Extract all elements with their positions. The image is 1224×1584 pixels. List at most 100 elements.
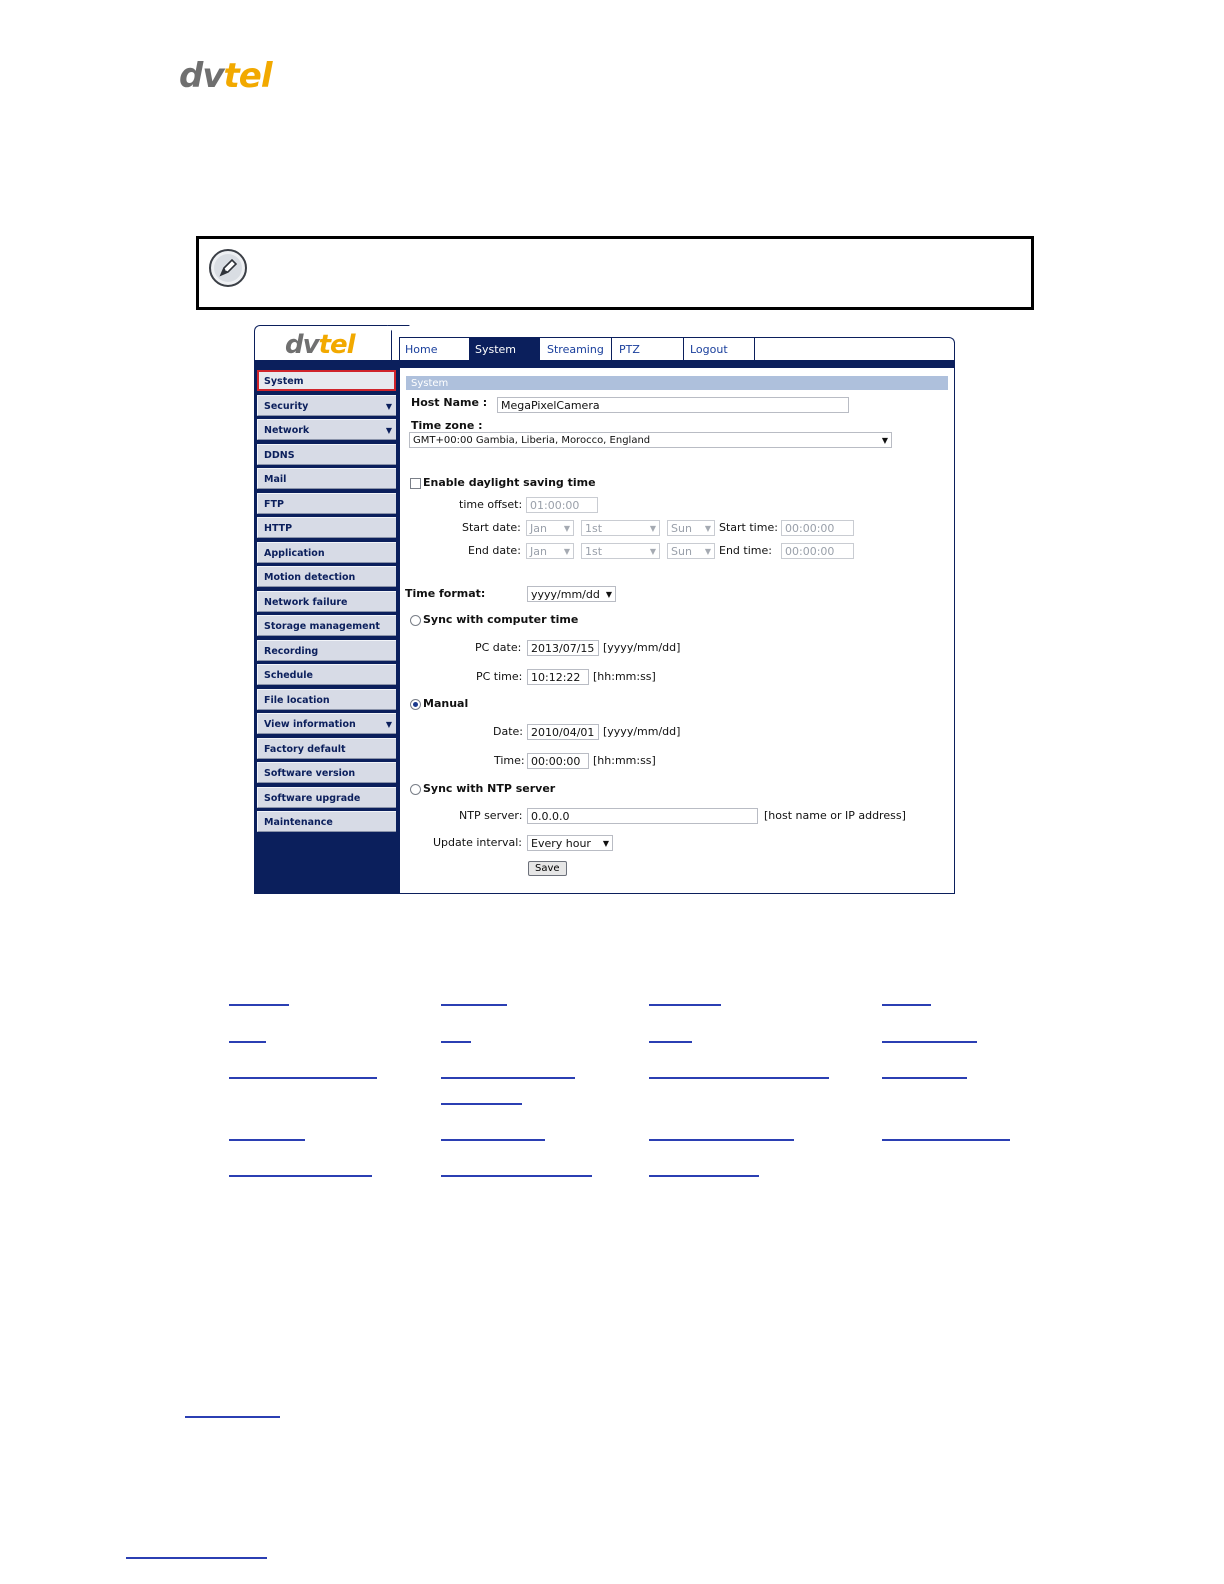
time-zone-select[interactable]: GMT+00:00 Gambia, Liberia, Morocco, Engl… xyxy=(409,432,892,448)
doc-link[interactable] xyxy=(649,1004,721,1006)
dropdown-arrow-icon: ▼ xyxy=(385,402,392,411)
doc-link[interactable] xyxy=(882,1139,1010,1141)
doc-link[interactable] xyxy=(441,1139,545,1141)
chevron-down-icon: ▼ xyxy=(704,524,711,533)
end-day-select[interactable]: 1st ▼ xyxy=(581,543,660,559)
camera-web-ui: dvtel Home System Streaming PTZ Logout S… xyxy=(254,325,955,894)
end-date-label: End date: xyxy=(468,544,521,557)
manual-label: Manual xyxy=(423,697,469,710)
sidebar-item-recording[interactable]: Recording xyxy=(257,640,396,661)
time-format-hint: [hh:mm:ss] xyxy=(593,754,656,767)
date-input[interactable]: 2010/04/01 xyxy=(527,724,599,740)
doc-link[interactable] xyxy=(229,1041,266,1043)
start-month-select[interactable]: Jan ▼ xyxy=(526,520,574,536)
dst-checkbox[interactable] xyxy=(410,478,421,489)
time-label: Time: xyxy=(494,754,525,767)
chevron-down-icon: ▼ xyxy=(649,547,656,556)
sidebar-item-factory-default[interactable]: Factory default xyxy=(257,738,396,759)
doc-link[interactable] xyxy=(441,1077,575,1079)
time-offset-label: time offset: xyxy=(459,498,523,511)
doc-link[interactable] xyxy=(126,1557,267,1559)
sidebar-item-motion-detection[interactable]: Motion detection xyxy=(257,566,396,587)
tab-ptz[interactable]: PTZ xyxy=(614,338,684,360)
doc-link[interactable] xyxy=(882,1077,967,1079)
sidebar-item-network[interactable]: Network ▼ xyxy=(257,419,396,440)
start-date-label: Start date: xyxy=(462,521,521,534)
date-format-hint: [yyyy/mm/dd] xyxy=(603,725,681,738)
note-pen-icon xyxy=(209,249,247,287)
sidebar-item-security[interactable]: Security ▼ xyxy=(257,395,396,416)
pc-date-input[interactable]: 2013/07/15 xyxy=(527,640,599,656)
end-time-input[interactable]: 00:00:00 xyxy=(781,543,854,559)
time-offset-input[interactable]: 01:00:00 xyxy=(526,497,598,513)
manual-radio[interactable] xyxy=(410,699,421,710)
doc-link[interactable] xyxy=(649,1175,759,1177)
sidebar-item-software-upgrade[interactable]: Software upgrade xyxy=(257,787,396,808)
doc-link[interactable] xyxy=(229,1175,372,1177)
ntp-radio[interactable] xyxy=(410,784,421,795)
save-button[interactable]: Save xyxy=(528,861,567,876)
section-title: System xyxy=(406,376,948,390)
sidebar-item-schedule[interactable]: Schedule xyxy=(257,664,396,685)
top-navigation: Home System Streaming PTZ Logout xyxy=(399,337,955,360)
time-input[interactable]: 00:00:00 xyxy=(527,753,589,769)
sidebar: System Security ▼ Network ▼ DDNS Mail FTP … xyxy=(254,368,400,894)
sync-pc-radio[interactable] xyxy=(410,615,421,626)
pc-date-label: PC date: xyxy=(475,641,522,654)
doc-link[interactable] xyxy=(649,1077,829,1079)
start-time-label: Start time: xyxy=(719,521,778,534)
end-month-select[interactable]: Jan ▼ xyxy=(526,543,574,559)
doc-link[interactable] xyxy=(441,1103,522,1105)
pc-time-input[interactable]: 10:12:22 xyxy=(527,669,589,685)
tab-logout[interactable]: Logout xyxy=(685,338,755,360)
sidebar-item-file-location[interactable]: File location xyxy=(257,689,396,710)
doc-link[interactable] xyxy=(882,1041,977,1043)
pc-date-format-hint: [yyyy/mm/dd] xyxy=(603,641,681,654)
chevron-down-icon: ▼ xyxy=(563,524,570,533)
ntp-server-input[interactable]: 0.0.0.0 xyxy=(527,808,758,824)
doc-link[interactable] xyxy=(441,1004,507,1006)
start-time-input[interactable]: 00:00:00 xyxy=(781,520,854,536)
doc-link[interactable] xyxy=(882,1004,931,1006)
sidebar-item-application[interactable]: Application xyxy=(257,542,396,563)
nav-strip xyxy=(254,360,955,368)
chevron-down-icon: ▼ xyxy=(605,590,612,599)
sidebar-item-network-failure-detection[interactable]: Network failure detection xyxy=(257,591,396,630)
update-interval-select[interactable]: Every hour ▼ xyxy=(527,835,613,851)
doc-link[interactable] xyxy=(229,1077,377,1079)
chevron-down-icon: ▼ xyxy=(881,436,888,445)
time-format-label: Time format: xyxy=(405,587,486,600)
time-format-select[interactable]: yyyy/mm/dd ▼ xyxy=(527,586,616,602)
sidebar-item-ftp[interactable]: FTP xyxy=(257,493,396,514)
doc-link[interactable] xyxy=(185,1416,280,1418)
settings-panel: System Host Name : MegaPixelCamera Time … xyxy=(400,368,955,894)
end-weekday-select[interactable]: Sun ▼ xyxy=(667,543,715,559)
chevron-down-icon: ▼ xyxy=(649,524,656,533)
doc-link[interactable] xyxy=(229,1139,305,1141)
sidebar-item-software-version[interactable]: Software version xyxy=(257,762,396,783)
sidebar-item-view-information[interactable]: View information ▼ xyxy=(257,713,396,734)
tab-streaming[interactable]: Streaming xyxy=(542,338,612,360)
pc-time-label: PC time: xyxy=(476,670,523,683)
ntp-label: Sync with NTP server xyxy=(423,782,556,795)
sidebar-item-system[interactable]: System xyxy=(257,370,396,391)
doc-link[interactable] xyxy=(649,1139,794,1141)
tab-system[interactable]: System xyxy=(470,338,540,360)
sidebar-item-ddns[interactable]: DDNS xyxy=(257,444,396,465)
dvtel-logo: dvtel xyxy=(179,56,272,96)
doc-link[interactable] xyxy=(649,1041,692,1043)
doc-link[interactable] xyxy=(229,1004,289,1006)
doc-link[interactable] xyxy=(441,1175,592,1177)
sidebar-item-http[interactable]: HTTP xyxy=(257,517,396,538)
sidebar-item-maintenance[interactable]: Maintenance xyxy=(257,811,396,832)
end-time-label: End time: xyxy=(719,544,772,557)
sidebar-item-storage-management[interactable]: Storage management xyxy=(257,615,396,636)
start-weekday-select[interactable]: Sun ▼ xyxy=(667,520,715,536)
date-label: Date: xyxy=(493,725,523,738)
sidebar-item-mail[interactable]: Mail xyxy=(257,468,396,489)
start-day-select[interactable]: 1st ▼ xyxy=(581,520,660,536)
tab-home[interactable]: Home xyxy=(400,338,470,360)
host-name-input[interactable]: MegaPixelCamera xyxy=(497,397,849,413)
doc-link[interactable] xyxy=(441,1041,471,1043)
host-name-label: Host Name : xyxy=(411,396,488,409)
